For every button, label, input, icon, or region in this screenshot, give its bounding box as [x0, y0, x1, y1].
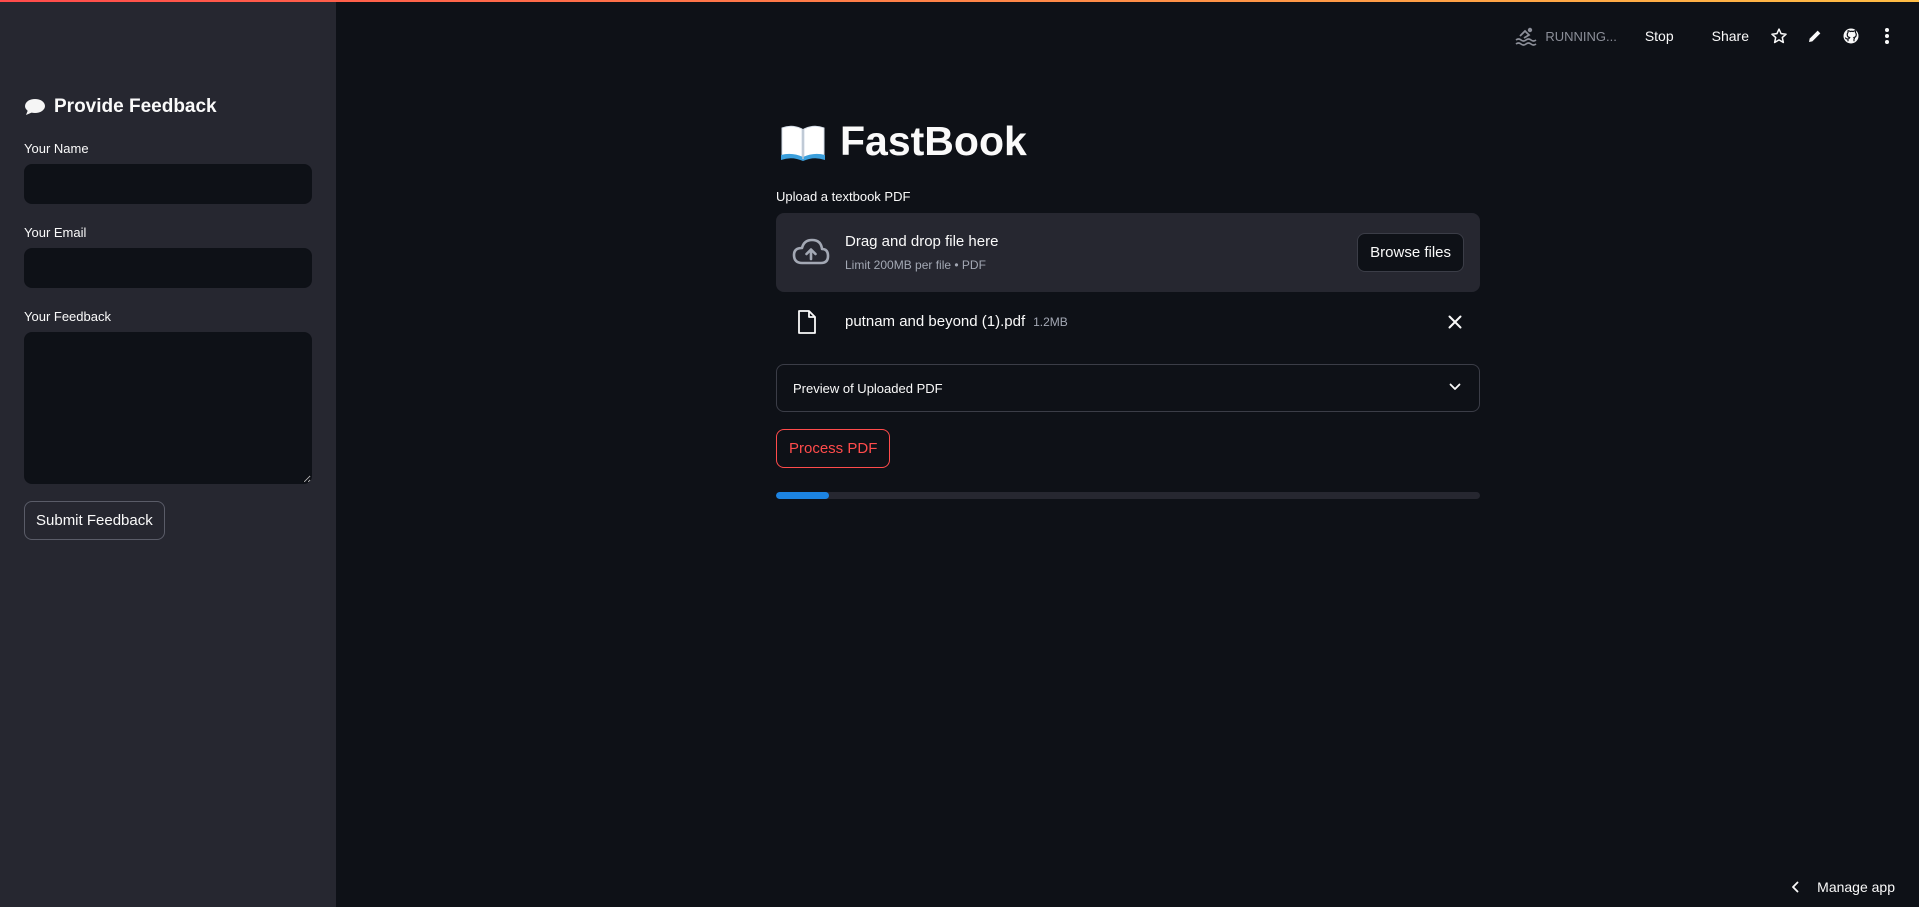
browse-files-button[interactable]: Browse files — [1357, 233, 1464, 272]
more-vertical-icon[interactable] — [1869, 27, 1905, 45]
sidebar-header-text: Provide Feedback — [54, 96, 217, 117]
email-label: Your Email — [24, 225, 87, 240]
email-input[interactable] — [24, 248, 312, 288]
sidebar-header: Provide Feedback — [24, 96, 217, 118]
pencil-icon[interactable] — [1797, 28, 1833, 44]
sidebar: Provide Feedback Your Name Your Email Yo… — [0, 0, 336, 907]
cloud-upload-icon — [792, 238, 830, 265]
page-title-text: FastBook — [840, 118, 1027, 164]
share-button[interactable]: Share — [1704, 28, 1757, 44]
star-icon[interactable] — [1761, 27, 1797, 45]
file-name: putnam and beyond (1).pdf 1.2MB — [845, 313, 1068, 330]
close-icon[interactable] — [1448, 315, 1462, 329]
feedback-textarea[interactable] — [24, 332, 312, 484]
name-input[interactable] — [24, 164, 312, 204]
process-pdf-button[interactable]: Process PDF — [776, 429, 891, 468]
dropzone-subtitle: Limit 200MB per file • PDF — [845, 258, 986, 272]
file-size: 1.2MB — [1033, 315, 1068, 329]
pdf-preview-expander[interactable]: Preview of Uploaded PDF — [776, 364, 1480, 412]
chevron-down-icon — [1449, 383, 1461, 390]
open-book-icon — [781, 125, 825, 161]
expander-label: Preview of Uploaded PDF — [793, 381, 943, 396]
file-name-text: putnam and beyond (1).pdf — [845, 313, 1026, 330]
running-status-text: RUNNING... — [1545, 28, 1617, 44]
feedback-label: Your Feedback — [24, 309, 111, 324]
top-toolbar: RUNNING... Stop Share — [1515, 22, 1905, 50]
github-icon[interactable] — [1833, 27, 1869, 45]
progress-bar-fill — [776, 492, 829, 499]
progress-bar — [776, 492, 1480, 499]
chevron-left-icon — [1792, 881, 1799, 893]
manage-app-button[interactable]: Manage app — [1791, 875, 1895, 899]
name-label: Your Name — [24, 141, 89, 156]
file-dropzone[interactable]: Drag and drop file here Limit 200MB per … — [776, 213, 1480, 292]
manage-app-label: Manage app — [1817, 879, 1895, 895]
running-status: RUNNING... — [1515, 26, 1617, 46]
file-icon — [798, 310, 816, 334]
upload-label: Upload a textbook PDF — [776, 189, 911, 204]
speech-bubble-icon — [25, 99, 45, 115]
dropzone-title: Drag and drop file here — [845, 233, 999, 250]
submit-feedback-button[interactable]: Submit Feedback — [24, 501, 165, 540]
uploaded-file-row: putnam and beyond (1).pdf 1.2MB — [776, 306, 1480, 340]
page-title: FastBook — [780, 118, 1027, 165]
top-decoration-bar — [0, 0, 1919, 2]
swimmer-icon — [1515, 27, 1537, 46]
stop-button[interactable]: Stop — [1637, 28, 1682, 44]
